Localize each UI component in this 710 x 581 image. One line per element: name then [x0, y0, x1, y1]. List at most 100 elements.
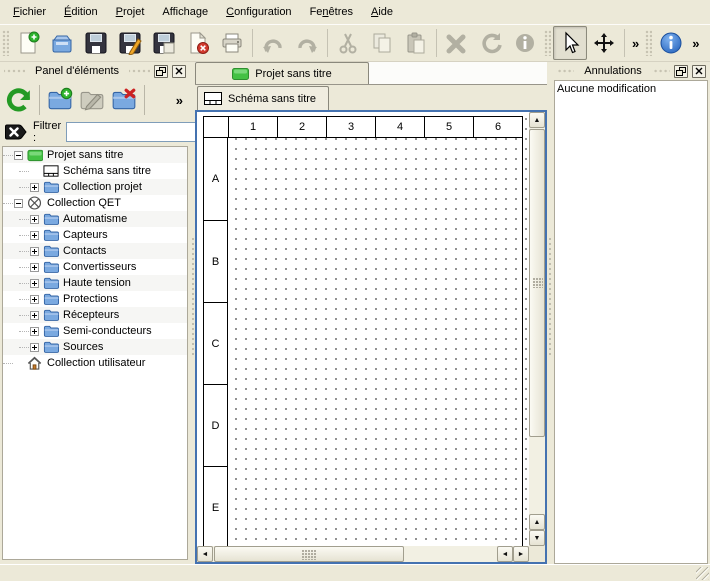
tree-item-label[interactable]: Collection projet [63, 181, 146, 193]
tree-item-label[interactable]: Collection QET [47, 197, 125, 209]
float-panel-button[interactable] [154, 65, 168, 78]
undo-button[interactable] [256, 26, 290, 60]
print-button[interactable] [215, 26, 249, 60]
expand-icon[interactable] [30, 343, 39, 352]
scrollbar-track[interactable] [404, 546, 497, 562]
expand-icon[interactable] [30, 215, 39, 224]
tab-schema[interactable]: Schéma sans titre [197, 86, 329, 110]
tree-item-label[interactable]: Haute tension [63, 277, 135, 289]
menu-item-affichage[interactable]: Affichage [153, 0, 217, 24]
about-button[interactable] [654, 26, 688, 60]
info-toolbar-overflow-button[interactable]: » [688, 36, 703, 51]
right-splitter[interactable] [547, 62, 552, 564]
expand-icon[interactable] [30, 327, 39, 336]
tree-item-label[interactable]: Semi-conducteurs [63, 325, 156, 337]
titlebar-grip[interactable] [4, 67, 25, 75]
float-panel-button[interactable] [674, 65, 688, 78]
scroll-down-button[interactable]: ▼ [529, 530, 545, 546]
scroll-left-button[interactable]: ◄ [197, 546, 213, 562]
undo-list-item[interactable]: Aucune modification [557, 82, 705, 97]
menu-item-fichier[interactable]: Fichier [4, 0, 55, 24]
save-button[interactable] [79, 26, 113, 60]
tree-item-label[interactable]: Automatisme [63, 213, 131, 225]
scroll-up-button-2[interactable]: ▲ [529, 514, 545, 530]
toolbar-grip[interactable] [544, 30, 551, 56]
delete-category-button[interactable] [108, 84, 140, 116]
menu-item-projet[interactable]: Projet [107, 0, 154, 24]
close-file-button[interactable] [181, 26, 215, 60]
paste-button[interactable] [399, 26, 433, 60]
menu-item-dition[interactable]: Édition [55, 0, 107, 24]
tree-item-label[interactable]: Récepteurs [63, 309, 123, 321]
tree-item-capteurs[interactable]: Capteurs [3, 227, 187, 243]
tree-item-label[interactable]: Sources [63, 341, 107, 353]
horizontal-scrollbar[interactable]: ◄ ◄ ► [197, 546, 529, 562]
collapse-icon[interactable] [14, 199, 23, 208]
scroll-right-button[interactable]: ► [513, 546, 529, 562]
edit-category-button[interactable] [76, 84, 108, 116]
resize-grip[interactable] [696, 567, 709, 580]
open-button[interactable] [45, 26, 79, 60]
close-panel-button[interactable] [692, 65, 706, 78]
tree-item-contacts[interactable]: Contacts [3, 243, 187, 259]
tree-item-semi-conducteurs[interactable]: Semi-conducteurs [3, 323, 187, 339]
tree-item-collection-projet[interactable]: Collection projet [3, 179, 187, 195]
redo-button[interactable] [290, 26, 324, 60]
save-as-button[interactable] [113, 26, 147, 60]
close-panel-button[interactable] [172, 65, 186, 78]
new-button[interactable] [11, 26, 45, 60]
tree-item-convertisseurs[interactable]: Convertisseurs [3, 259, 187, 275]
reload-collections-button[interactable] [3, 84, 35, 116]
scroll-left-button-2[interactable]: ◄ [497, 546, 513, 562]
tree-item-r-cepteurs[interactable]: Récepteurs [3, 307, 187, 323]
expand-icon[interactable] [30, 279, 39, 288]
elements-tree[interactable]: Projet sans titre Schéma sans titre Collec… [2, 146, 188, 560]
menu-item-configuration[interactable]: Configuration [217, 0, 300, 24]
tree-item-label[interactable]: Protections [63, 293, 122, 305]
tree-item-label[interactable]: Collection utilisateur [47, 357, 149, 369]
selection-mode-button[interactable] [553, 26, 587, 60]
schema-canvas[interactable]: 123456 ABCDE [197, 112, 529, 546]
pan-mode-button[interactable] [587, 26, 621, 60]
tree-item-collection-qet[interactable]: Collection QET [3, 195, 187, 211]
element-info-button[interactable] [508, 26, 542, 60]
clear-filter-button[interactable] [4, 122, 28, 142]
toolbar-grip[interactable] [2, 30, 9, 56]
tree-item-label[interactable]: Capteurs [63, 229, 112, 241]
tree-item-automatisme[interactable]: Automatisme [3, 211, 187, 227]
toolbar-grip[interactable] [645, 30, 652, 56]
titlebar-grip[interactable] [129, 67, 150, 75]
copy-button[interactable] [365, 26, 399, 60]
tree-item-collection-utilisateur[interactable]: Collection utilisateur [3, 355, 187, 371]
tree-item-label[interactable]: Schéma sans titre [63, 165, 155, 177]
tree-item-sources[interactable]: Sources [3, 339, 187, 355]
tree-item-sch-ma-sans-titre[interactable]: Schéma sans titre [3, 163, 187, 179]
tree-item-label[interactable]: Contacts [63, 245, 110, 257]
expand-icon[interactable] [30, 295, 39, 304]
titlebar-grip[interactable] [556, 67, 574, 75]
scroll-up-button[interactable]: ▲ [529, 112, 545, 128]
expand-icon[interactable] [30, 263, 39, 272]
collapse-icon[interactable] [14, 151, 23, 160]
vertical-scrollbar-thumb[interactable] [529, 129, 545, 437]
save-all-button[interactable] [147, 26, 181, 60]
tree-item-label[interactable]: Convertisseurs [63, 261, 140, 273]
tab-project[interactable]: Projet sans titre [195, 62, 369, 84]
mode-toolbar-overflow-button[interactable]: » [628, 36, 643, 51]
rotate-button[interactable] [474, 26, 508, 60]
expand-icon[interactable] [30, 231, 39, 240]
expand-icon[interactable] [30, 247, 39, 256]
expand-icon[interactable] [30, 183, 39, 192]
expand-icon[interactable] [30, 311, 39, 320]
horizontal-scrollbar-thumb[interactable] [214, 546, 404, 562]
vertical-scrollbar[interactable]: ▲ ▲ ▼ [529, 112, 545, 546]
menu-item-aide[interactable]: Aide [362, 0, 402, 24]
delete-button[interactable] [440, 26, 474, 60]
panel-toolbar-overflow-button[interactable]: » [172, 93, 187, 108]
tree-item-label[interactable]: Projet sans titre [47, 149, 127, 161]
tree-item-projet-sans-titre[interactable]: Projet sans titre [3, 147, 187, 163]
undo-history-list[interactable]: Aucune modification [554, 80, 708, 564]
cut-button[interactable] [331, 26, 365, 60]
tree-item-protections[interactable]: Protections [3, 291, 187, 307]
new-category-button[interactable] [44, 84, 76, 116]
